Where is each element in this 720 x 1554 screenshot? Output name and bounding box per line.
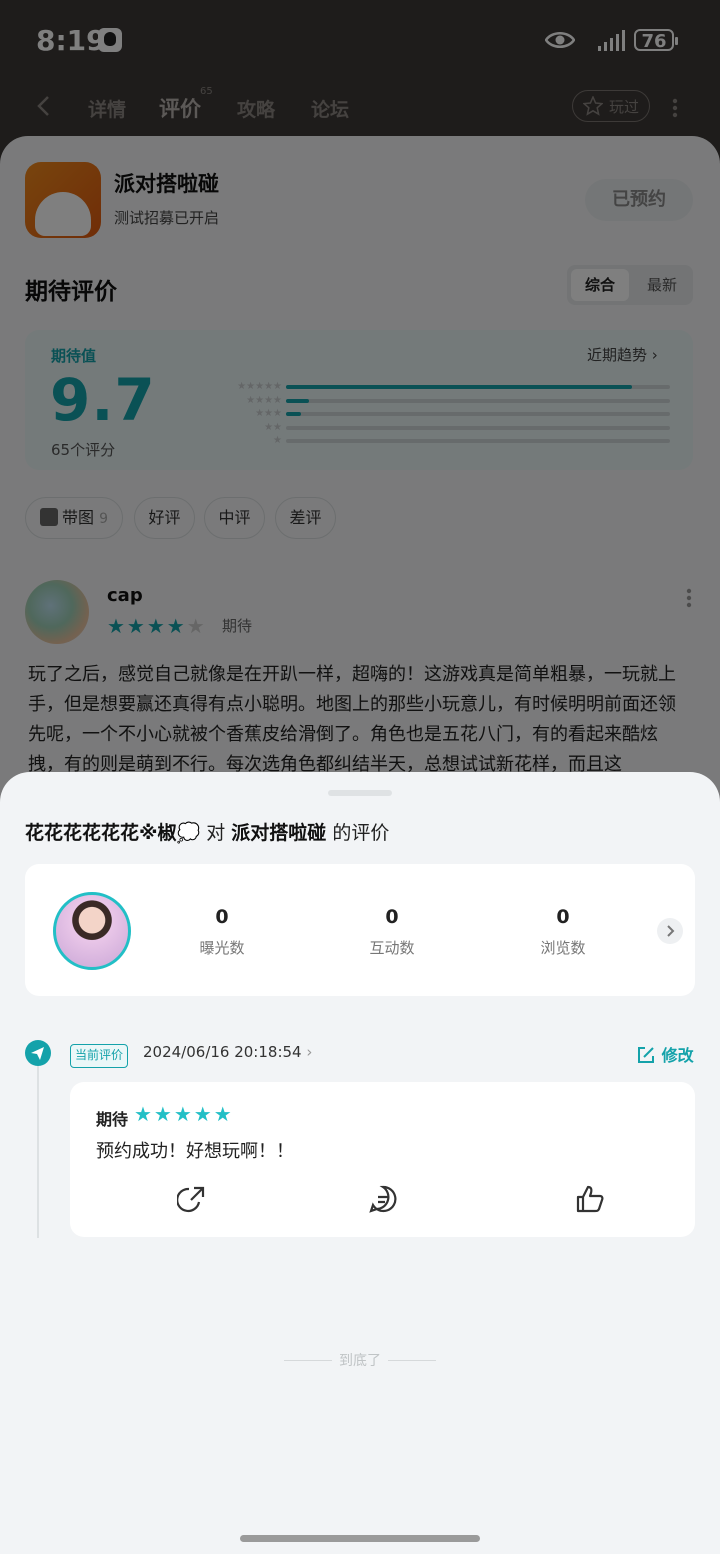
stat-views-label: 浏览数 bbox=[540, 939, 586, 957]
end-divider-right bbox=[388, 1360, 436, 1361]
sheet-title: 花花花花花花※椒💭 对 派对搭啦碰 的评价 bbox=[25, 822, 390, 844]
edit-review-button[interactable]: 修改 bbox=[636, 1042, 694, 1066]
edit-icon bbox=[638, 1047, 654, 1063]
share-icon[interactable] bbox=[177, 1184, 207, 1214]
comment-icon[interactable] bbox=[368, 1184, 398, 1214]
stat-interaction-value: 0 bbox=[385, 906, 399, 928]
review-date-link[interactable]: 2024/06/16 20:18:54 › bbox=[143, 1043, 312, 1061]
sheet-drag-handle[interactable] bbox=[328, 790, 392, 796]
current-review-badge: 当前评价 bbox=[70, 1044, 129, 1068]
stat-exposure-label: 曝光数 bbox=[199, 939, 245, 957]
timeline-line bbox=[37, 1066, 39, 1238]
my-review-text: 预约成功！好想玩啊！！ bbox=[96, 1141, 294, 1162]
like-icon[interactable] bbox=[575, 1184, 605, 1214]
my-review-tag: 期待 bbox=[96, 1110, 129, 1129]
stat-interaction-label: 互动数 bbox=[369, 939, 415, 957]
stat-views-value: 0 bbox=[556, 906, 570, 928]
stat-exposure-value: 0 bbox=[215, 906, 229, 928]
send-icon bbox=[25, 1040, 51, 1066]
end-of-list-label: 到底了 bbox=[339, 1353, 381, 1369]
home-indicator[interactable] bbox=[240, 1535, 480, 1542]
chevron-right-icon: › bbox=[306, 1043, 313, 1061]
stats-chevron-right-icon[interactable] bbox=[657, 918, 683, 944]
user-avatar[interactable] bbox=[53, 892, 131, 970]
my-review-stars: ★★★★★ bbox=[134, 1102, 234, 1126]
